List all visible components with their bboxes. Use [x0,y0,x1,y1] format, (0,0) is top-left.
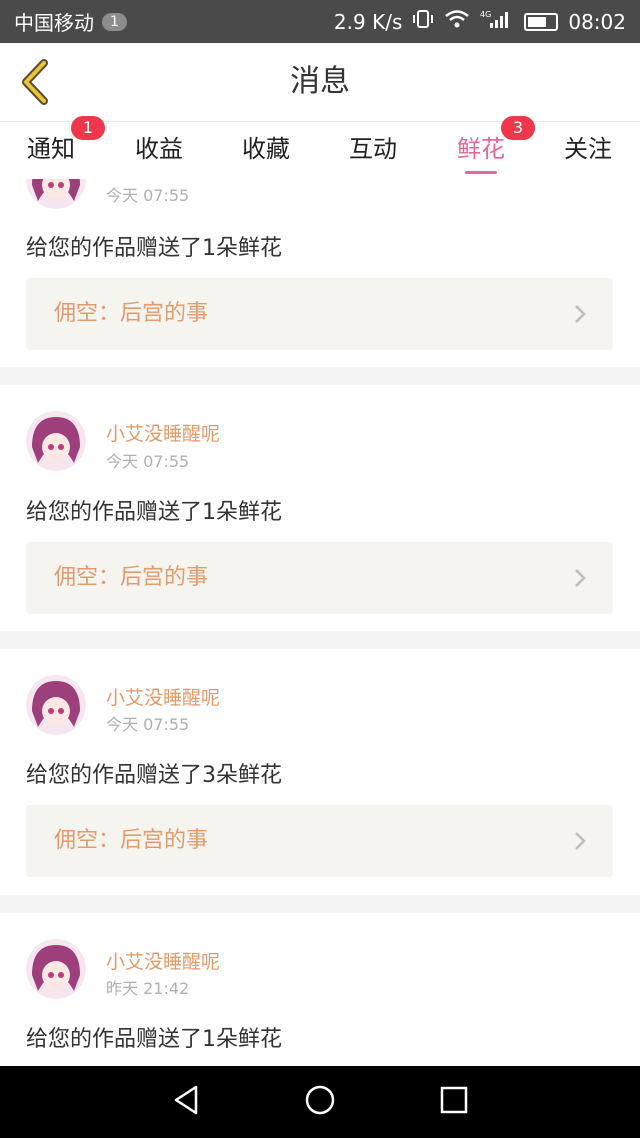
tab-label: 收益 [135,135,183,163]
username[interactable]: 小艾没睡醒呢 [106,683,220,710]
carrier-label: 中国移动 [14,11,94,35]
username[interactable]: 小艾没睡醒呢 [106,419,220,446]
tab-bar: 通知 1 收益 收藏 互动 鲜花 3 关注 [0,116,640,180]
tab-favorites[interactable]: 收藏 [226,122,306,180]
list-item: 小艾没睡醒呢 今天 07:55 给您的作品赠送了3朵鲜花 佣空：后宫的事 [0,649,640,895]
list-item: 小艾没睡醒呢 今天 07:55 给您的作品赠送了1朵鲜花 佣空：后宫的事 [0,385,640,631]
square-recents-icon [440,1086,467,1114]
back-nav-button[interactable] [171,1084,201,1120]
message-text: 给您的作品赠送了3朵鲜花 [26,763,282,788]
list-item: 小艾没睡醒呢 昨天 21:42 给您的作品赠送了1朵鲜花 [0,913,640,1066]
work-link[interactable]: 佣空：后宫的事 [26,542,613,614]
message-time: 今天 07:55 [106,715,190,734]
tab-label: 关注 [564,135,612,163]
circle-home-icon [305,1085,335,1115]
status-bar: 中国移动 1 2.9 K/s 4G 08:02 [0,0,640,43]
home-nav-button[interactable] [304,1084,336,1120]
tab-badge: 3 [501,116,535,140]
system-nav-bar [0,1066,640,1138]
tab-label: 鲜花 [457,135,505,163]
work-link[interactable]: 佣空：后宫的事 [26,805,613,877]
network-speed: 2.9 K/s [333,9,403,34]
tab-following[interactable]: 关注 [548,122,628,180]
message-list[interactable]: 今天 07:55 给您的作品赠送了1朵鲜花 佣空：后宫的事 小艾没睡醒呢 今天 … [0,179,640,1066]
vibrate-icon [412,9,434,34]
avatar[interactable] [26,179,86,209]
triangle-back-icon [175,1085,198,1115]
work-title: 佣空：后宫的事 [54,828,209,853]
battery-icon [524,12,559,31]
message-text: 给您的作品赠送了1朵鲜花 [26,236,282,261]
chevron-right-icon [575,569,586,587]
message-text: 给您的作品赠送了1朵鲜花 [26,1027,282,1052]
chevron-right-icon [575,832,586,850]
clock: 08:02 [568,9,626,34]
username[interactable]: 小艾没睡醒呢 [106,947,220,974]
header: 消息 [0,43,640,121]
network-type-label: 4G [480,10,491,19]
chevron-left-icon [22,59,48,105]
wifi-icon [444,9,470,34]
chevron-right-icon [575,305,586,323]
tab-earnings[interactable]: 收益 [119,122,199,180]
list-item: 今天 07:55 给您的作品赠送了1朵鲜花 佣空：后宫的事 [0,179,640,367]
avatar[interactable] [26,675,86,735]
message-time: 今天 07:55 [106,186,190,205]
page-title: 消息 [290,64,350,99]
recents-nav-button[interactable] [439,1085,469,1119]
tab-interactions[interactable]: 互动 [333,122,413,180]
avatar[interactable] [26,411,86,471]
tab-label: 互动 [349,135,397,163]
work-title: 佣空：后宫的事 [54,565,209,590]
avatar[interactable] [26,939,86,999]
work-title: 佣空：后宫的事 [54,301,209,326]
message-time: 今天 07:55 [106,452,190,471]
message-time: 昨天 21:42 [106,979,190,998]
tab-label: 收藏 [242,135,290,163]
message-text: 给您的作品赠送了1朵鲜花 [26,500,282,525]
tab-flowers[interactable]: 鲜花 3 [441,116,535,180]
work-link[interactable]: 佣空：后宫的事 [26,278,613,350]
back-button[interactable] [16,57,56,107]
signal-icon: 4G [480,9,514,34]
notification-count-badge: 1 [102,12,127,31]
tab-badge: 1 [71,116,105,140]
tab-label: 通知 [27,135,75,163]
active-tab-indicator [465,171,497,174]
tab-notifications[interactable]: 通知 1 [11,116,105,180]
